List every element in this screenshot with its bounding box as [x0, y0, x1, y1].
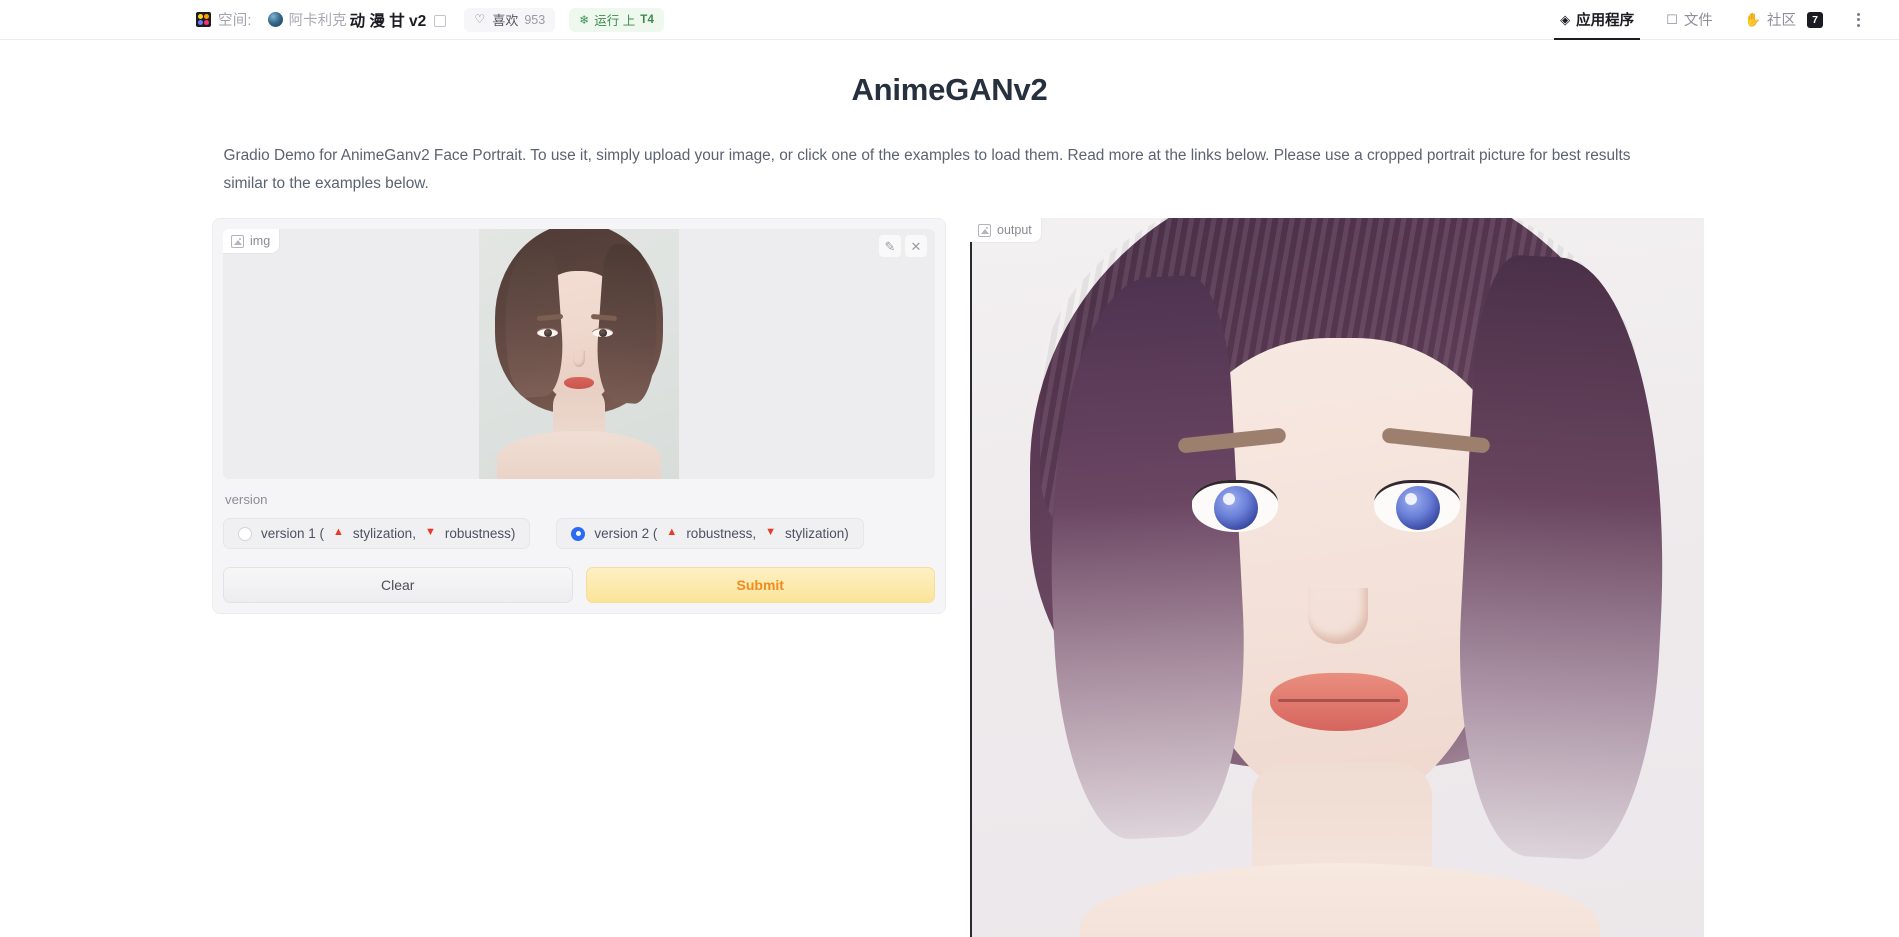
copy-icon[interactable]	[434, 14, 447, 27]
tab-app-label: 应用程序	[1576, 13, 1635, 29]
page-title: AnimeGANv2	[851, 72, 1048, 107]
like-label: 喜欢	[492, 13, 519, 28]
version-options-row: version 1 ( ▲ stylization, ▼ robustness)…	[223, 518, 935, 549]
owner-avatar[interactable]	[267, 12, 283, 27]
kebab-menu-icon[interactable]	[1845, 7, 1871, 33]
triangle-up-icon: ▲	[333, 526, 344, 538]
heart-icon: ♡	[474, 11, 486, 26]
radio-option-version-1[interactable]: version 1 ( ▲ stylization, ▼ robustness)	[223, 518, 531, 549]
owner-name[interactable]: 阿卡利克	[289, 9, 347, 30]
page-content: AnimeGANv2 Gradio Demo for AnimeGanv2 Fa…	[0, 40, 1899, 937]
image-icon	[978, 223, 991, 237]
file-icon: ☐	[1666, 12, 1678, 27]
gpu-label: T4	[640, 13, 655, 26]
input-column: img ✎ ✕ version version 1 (▲ stylizatio…	[212, 218, 946, 614]
runtime-status-label: 运行 上	[594, 14, 636, 28]
input-panel: img ✎ ✕ version version 1 (▲ stylizatio…	[212, 218, 946, 614]
like-button[interactable]: ♡ 喜欢 953	[464, 7, 556, 32]
community-badge-count: 7	[1807, 11, 1823, 28]
image-icon	[231, 234, 244, 248]
page-description: Gradio Demo for AnimeGanv2 Face Portrait…	[223, 147, 1631, 192]
pencil-icon[interactable]: ✎	[879, 235, 901, 257]
submit-button[interactable]: Submit	[585, 567, 935, 603]
tab-community-label: 社区	[1767, 13, 1796, 29]
output-panel-label-text: output	[997, 223, 1032, 237]
app-cube-icon: ◈	[1560, 12, 1571, 27]
radio-label-version-1-first: stylization,	[352, 526, 416, 541]
version-radio-group: version version 1 ( ▲ stylization, ▼ rob…	[223, 492, 935, 549]
radio-label-version-2-prefix: version 2 (	[594, 526, 658, 541]
image-output-box[interactable]: output	[970, 218, 1704, 937]
radio-indicator-version-2[interactable]	[571, 526, 586, 541]
output-anime-portrait	[970, 218, 1704, 937]
close-icon[interactable]: ✕	[905, 235, 927, 257]
input-portrait-photo	[479, 229, 679, 479]
input-panel-label: img	[223, 229, 280, 253]
output-panel-label: output	[970, 218, 1041, 242]
gradio-blocks: img ✎ ✕ version version 1 (▲ stylizatio…	[0, 218, 1899, 937]
runtime-status-badge[interactable]: ❄ 运行 上 T4	[569, 7, 665, 32]
tab-files-label: 文件	[1683, 13, 1713, 29]
topbar-left-group: 空间: 阿卡利克 动 漫 甘 v2 ♡ 喜欢 953 ❄ 运行 上 T4	[196, 0, 665, 39]
radio-label-version-2-first: robustness,	[686, 526, 757, 541]
tab-app[interactable]: ◈ 应用程序	[1544, 0, 1650, 40]
clear-button[interactable]: Clear	[223, 567, 573, 603]
radio-label-version-2-second: stylization)	[785, 526, 849, 541]
radio-option-version-2[interactable]: version 2 ( ▲ robustness, ▼ stylization)	[556, 518, 864, 549]
topbar-tabs: ◈ 应用程序 ☐ 文件 ✋ 社区 7	[1544, 0, 1871, 40]
space-name[interactable]: 动 漫 甘 v2	[350, 9, 427, 31]
triangle-down-icon: ▼	[765, 526, 776, 538]
output-column: output	[970, 218, 1704, 937]
tab-community[interactable]: ✋ 社区 7	[1729, 0, 1839, 40]
version-group-label: version	[225, 492, 268, 507]
radio-label-version-1-second: robustness)	[444, 526, 516, 541]
like-count: 953	[524, 12, 546, 27]
spaces-logo-icon	[196, 12, 211, 27]
image-input-box[interactable]: img ✎ ✕	[223, 229, 935, 479]
community-hand-icon: ✋	[1744, 12, 1761, 27]
triangle-down-icon: ▼	[424, 526, 436, 538]
radio-label-version-1-prefix: version 1 (	[261, 526, 325, 541]
top-navigation-bar: 空间: 阿卡利克 动 漫 甘 v2 ♡ 喜欢 953 ❄ 运行 上 T4 ◈ 应…	[0, 0, 1899, 40]
spaces-label[interactable]: 空间:	[218, 9, 252, 30]
radio-indicator-version-1[interactable]	[238, 526, 252, 541]
action-buttons: Clear Submit	[223, 567, 935, 603]
image-toolbar: ✎ ✕	[879, 235, 927, 257]
tab-files[interactable]: ☐ 文件	[1650, 0, 1729, 40]
input-panel-label-text: img	[250, 234, 271, 248]
sparkle-icon: ❄	[579, 12, 590, 27]
triangle-up-icon: ▲	[666, 526, 678, 538]
